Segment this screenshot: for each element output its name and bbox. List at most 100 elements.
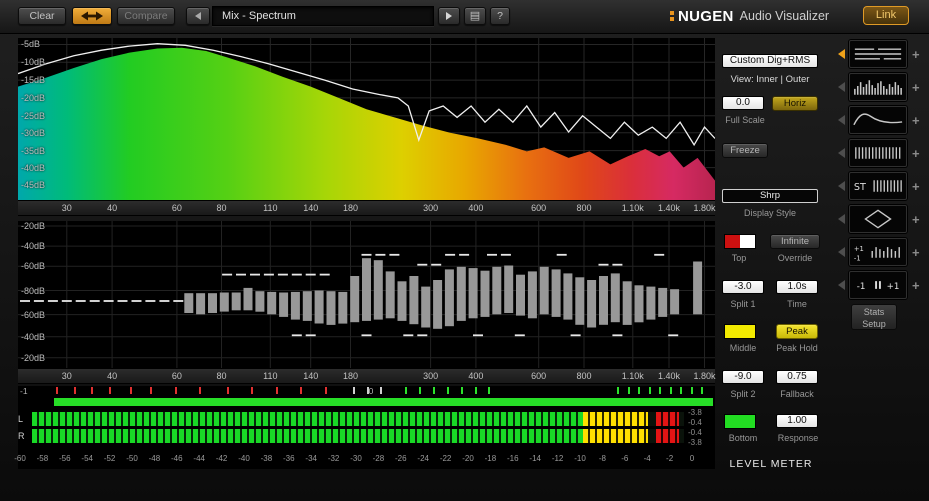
preset-button-stereo-spectrum[interactable]: ST (849, 172, 907, 200)
add-display-button[interactable]: + (912, 212, 920, 227)
meter-segment (655, 412, 679, 426)
preset-button-spectrum-curve[interactable] (849, 106, 907, 134)
frequency-label: 180 (342, 203, 358, 213)
preset-button-trend-lines[interactable] (849, 40, 907, 68)
clear-button[interactable]: Clear (18, 7, 66, 25)
scale-label: -26 (395, 454, 407, 463)
correlation-tick (701, 387, 704, 394)
frequency-label: 80 (216, 371, 227, 381)
frequency-label: 1.80k (693, 371, 716, 381)
scale-label: -12 (551, 454, 564, 463)
correlation-tick (690, 387, 693, 394)
stats-setup-button[interactable]: Stats Setup (851, 304, 897, 330)
frequency-label: 300 (423, 203, 439, 213)
fallback-field[interactable]: 0.75 (776, 370, 818, 384)
frequency-label: 40 (107, 203, 118, 213)
svg-text:-1: -1 (854, 255, 861, 263)
preset-select-arrow[interactable] (838, 148, 845, 158)
view-mode-toggle[interactable]: View: Inner | Outer (720, 74, 820, 85)
scale-label: -40 (238, 454, 250, 463)
spectrum-display: -5dB -10dB -15dB -20dB -25dB -30dB -35dB -40dB -… (18, 38, 715, 200)
meter-readout: -3.8 (688, 438, 702, 447)
frequency-label: 110 (263, 371, 278, 381)
link-button[interactable]: Link (863, 6, 909, 25)
spectrum-plot (18, 38, 715, 200)
peak-hold-button[interactable]: Peak (776, 324, 818, 339)
meter-readouts: -3.8 -0.4 -0.4 -3.8 (688, 408, 718, 448)
preset-select-arrow[interactable] (838, 49, 845, 59)
left-triangle-icon (195, 12, 201, 21)
correlation-tick (108, 387, 111, 394)
preset-dropdown[interactable]: Mix - Spectrum (212, 6, 434, 26)
add-display-button[interactable]: + (912, 146, 920, 161)
display-style-select[interactable]: Shrp (722, 189, 818, 203)
nugen-logo-dots-icon (670, 11, 674, 21)
preset-select-arrow[interactable] (838, 82, 845, 92)
preset-list-button[interactable]: ▤ (464, 7, 486, 25)
correlation-tick (627, 387, 630, 394)
meter-readout: -0.4 (688, 418, 702, 427)
meter-mode-select[interactable]: Custom Dig+RMS (722, 54, 818, 68)
override-button[interactable]: Infinite (770, 234, 820, 249)
scale-label: -42 (215, 454, 228, 463)
ab-compare-toggle-button[interactable] (72, 7, 112, 25)
frequency-scale-top: 30 40 60 80 110 140 180 300 400 600 800 1.10k 1.40k 1… (18, 200, 716, 216)
preset-button-spectrogram[interactable] (849, 139, 907, 167)
meter-row-R: R (18, 429, 684, 443)
previous-preset-button[interactable] (186, 7, 210, 25)
add-display-button[interactable]: + (912, 80, 920, 95)
correlation-tick (488, 387, 491, 394)
top-color-swatch[interactable] (724, 234, 756, 249)
play-icon (446, 12, 452, 21)
frequency-label: 140 (303, 203, 319, 213)
preset-select-arrow[interactable] (838, 115, 845, 125)
add-display-button[interactable]: + (912, 179, 920, 194)
add-display-button[interactable]: + (912, 113, 920, 128)
peak-hold-label: Peak Hold (776, 343, 818, 353)
time-field[interactable]: 1.0s (776, 280, 818, 294)
scale-label: -6 (621, 454, 629, 463)
correlation-tick (366, 387, 369, 394)
middle-color-swatch[interactable] (724, 324, 756, 339)
response-field[interactable]: 1.00 (776, 414, 818, 428)
scale-label: -32 (327, 454, 340, 463)
level-meters: LR (18, 412, 684, 446)
preset-select-arrow[interactable] (838, 181, 845, 191)
horiz-button[interactable]: Horiz (772, 96, 818, 111)
svg-text:+1: +1 (854, 245, 864, 253)
freeze-button[interactable]: Freeze (722, 143, 768, 158)
correlation-tick (300, 387, 303, 394)
add-display-button[interactable]: + (912, 245, 920, 260)
preset-button-correlation-meter[interactable]: -1 +1 (849, 271, 907, 299)
scale-label: -36 (283, 454, 295, 463)
control-panel: Custom Dig+RMS View: Inner | Outer 0.0 H… (720, 33, 822, 478)
preset-button-vectorscope[interactable] (849, 205, 907, 233)
scale-label: -4 (643, 454, 651, 463)
preset-button-loudness-meter[interactable]: +1 -1 (849, 238, 907, 266)
meter-bar-R (32, 429, 684, 443)
preset-select-arrow[interactable] (838, 214, 845, 224)
meter-bar-L (32, 412, 684, 426)
scale-label: -28 (372, 454, 385, 463)
preset-select-arrow[interactable] (838, 247, 845, 257)
stereo-spectrum-icon: ST (854, 180, 902, 193)
correlation-tick (251, 387, 254, 394)
split1-field[interactable]: -3.0 (722, 280, 764, 294)
correlation-tick (446, 387, 449, 394)
scale-label: -60 (14, 454, 26, 463)
correlation-tick (617, 387, 620, 394)
compare-button[interactable]: Compare (117, 7, 175, 25)
meter-segment (655, 429, 679, 443)
preset-select-arrow[interactable] (838, 280, 845, 290)
bottom-color-swatch[interactable] (724, 414, 756, 429)
split2-field[interactable]: -9.0 (722, 370, 764, 384)
add-display-button[interactable]: + (912, 278, 920, 293)
full-scale-field[interactable]: 0.0 (722, 96, 764, 110)
help-button[interactable]: ? (490, 7, 510, 25)
preset-button-spectrum-bars[interactable] (849, 73, 907, 101)
add-display-button[interactable]: + (912, 47, 920, 62)
bottom-label: Bottom (728, 433, 758, 443)
preset-slot-trend-lines: + (838, 40, 928, 68)
play-button[interactable] (438, 7, 460, 25)
frequency-label: 110 (263, 203, 278, 213)
